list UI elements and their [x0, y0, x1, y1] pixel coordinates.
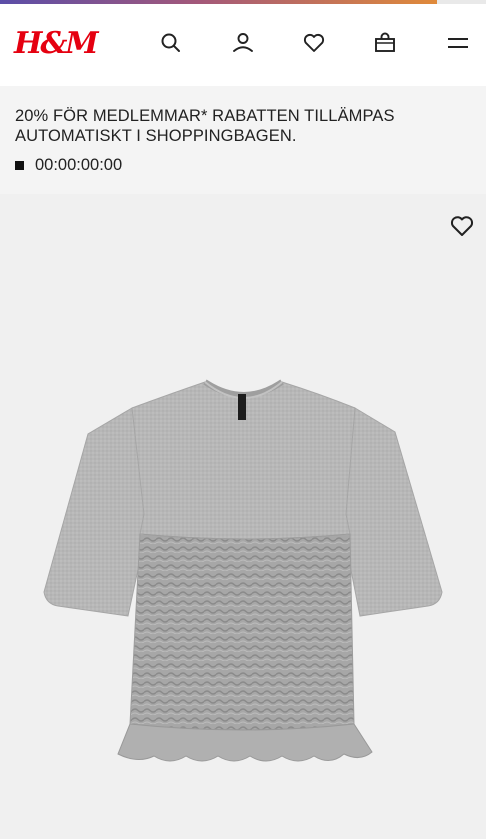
countdown-bullet: [15, 161, 24, 170]
countdown-timer: 00:00:00:00: [15, 156, 122, 175]
heart-icon[interactable]: [448, 212, 476, 240]
menu-icon[interactable]: [445, 30, 471, 56]
shopping-bag-icon[interactable]: [372, 30, 398, 56]
hm-logo[interactable]: H&M: [14, 26, 99, 62]
promo-text: 20% FÖR MEDLEMMAR* RABATTEN TILLÄMPAS AU…: [15, 107, 395, 145]
search-icon[interactable]: [158, 30, 184, 56]
countdown-value: 00:00:00:00: [35, 156, 123, 174]
member-promo-banner[interactable]: 20% FÖR MEDLEMMAR* RABATTEN TILLÄMPAS AU…: [0, 86, 486, 194]
product-image-area[interactable]: [0, 194, 486, 839]
favorites-icon[interactable]: [301, 30, 327, 56]
product-image-t-shirt[interactable]: [0, 364, 486, 834]
account-icon[interactable]: [230, 30, 256, 56]
site-header: H&M: [0, 4, 486, 86]
